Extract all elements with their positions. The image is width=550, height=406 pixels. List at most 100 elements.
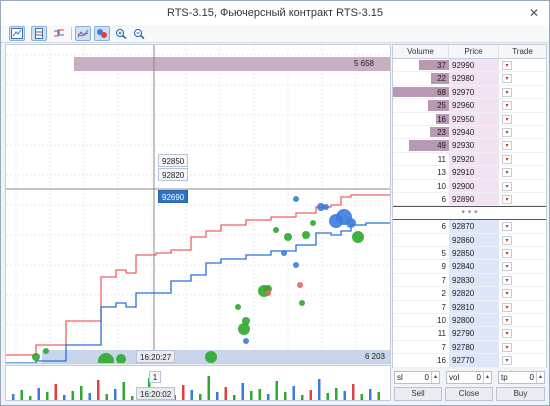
- chart-mode-icon[interactable]: [9, 26, 25, 41]
- ask-price-cell[interactable]: 92970: [449, 85, 499, 99]
- order-dropdown-icon[interactable]: ▾: [502, 302, 512, 312]
- tp-spin-icon[interactable]: ▴: [536, 372, 544, 383]
- zoom-out-icon[interactable]: [131, 26, 147, 41]
- ask-row[interactable]: 16 92950 ▾: [393, 112, 546, 126]
- ask-row[interactable]: 13 92910 ▾: [393, 166, 546, 180]
- bid-price-cell[interactable]: 92860: [449, 233, 499, 247]
- ask-row[interactable]: 37 92990 ▾: [393, 59, 546, 73]
- ask-row[interactable]: 68 92970 ▾: [393, 85, 546, 100]
- tp-field[interactable]: tp 0 ▴: [498, 371, 545, 384]
- bid-price-cell[interactable]: 92820: [449, 287, 499, 300]
- ask-price-cell[interactable]: 92920: [449, 152, 499, 166]
- ask-trade-cell[interactable]: ▾: [499, 126, 546, 138]
- order-dropdown-icon[interactable]: ▾: [502, 168, 512, 178]
- ask-price-cell[interactable]: 92900: [449, 179, 499, 192]
- bid-trade-cell[interactable]: ▾: [499, 354, 546, 366]
- order-dropdown-icon[interactable]: ▾: [502, 235, 512, 245]
- bid-row[interactable]: 7 92780 ▾: [393, 340, 546, 355]
- ask-row[interactable]: 23 92940 ▾: [393, 125, 546, 140]
- ask-trade-cell[interactable]: ▾: [499, 139, 546, 151]
- order-dropdown-icon[interactable]: ▾: [502, 342, 512, 352]
- ticks-icon[interactable]: [51, 26, 67, 41]
- bid-price-cell[interactable]: 92810: [449, 300, 499, 314]
- bid-price-cell[interactable]: 92870: [449, 220, 499, 233]
- order-dropdown-icon[interactable]: ▾: [502, 127, 512, 137]
- ask-price-cell[interactable]: 92940: [449, 125, 499, 139]
- bid-row[interactable]: 10 92800 ▾: [393, 314, 546, 328]
- bubbles-icon[interactable]: [94, 26, 110, 41]
- buy-button[interactable]: Buy: [496, 387, 545, 401]
- bid-trade-cell[interactable]: ▾: [499, 260, 546, 272]
- bid-row[interactable]: 92860 ▾: [393, 233, 546, 248]
- ask-row[interactable]: 11 92920 ▾: [393, 152, 546, 167]
- order-dropdown-icon[interactable]: ▾: [502, 87, 512, 97]
- ask-price-cell[interactable]: 92890: [449, 192, 499, 206]
- bid-trade-cell[interactable]: ▾: [499, 341, 546, 353]
- sell-button[interactable]: Sell: [394, 387, 442, 401]
- bid-row[interactable]: 5 92850 ▾: [393, 247, 546, 261]
- ask-price-cell[interactable]: 92980: [449, 72, 499, 85]
- order-dropdown-icon[interactable]: ▾: [502, 154, 512, 164]
- close-button[interactable]: Close: [445, 387, 493, 401]
- tick-chart[interactable]: 5 658 92850 92820 92690 16:20:27 6 203: [5, 44, 391, 364]
- volume-histogram[interactable]: 1 16:20:02: [5, 365, 391, 401]
- order-dropdown-icon[interactable]: ▾: [502, 356, 512, 366]
- bid-price-cell[interactable]: 92850: [449, 247, 499, 260]
- order-dropdown-icon[interactable]: ▾: [502, 249, 512, 259]
- ask-trade-cell[interactable]: ▾: [499, 59, 546, 71]
- sl-field[interactable]: sl 0 ▴: [394, 371, 440, 384]
- bid-trade-cell[interactable]: ▾: [499, 274, 546, 286]
- bid-row[interactable]: 6 92870 ▾: [393, 220, 546, 234]
- bid-trade-cell[interactable]: ▾: [499, 247, 546, 259]
- order-dropdown-icon[interactable]: ▾: [502, 222, 512, 232]
- order-dropdown-icon[interactable]: ▾: [502, 289, 512, 299]
- zoom-in-icon[interactable]: [113, 26, 129, 41]
- bid-price-cell[interactable]: 92800: [449, 314, 499, 327]
- bid-row[interactable]: 2 92820 ▾: [393, 287, 546, 301]
- bid-price-cell[interactable]: 92840: [449, 260, 499, 273]
- bid-trade-cell[interactable]: ▾: [499, 327, 546, 339]
- order-dropdown-icon[interactable]: ▾: [502, 329, 512, 339]
- vol-field[interactable]: vol 0 ▴: [446, 371, 492, 384]
- ask-row[interactable]: 6 92890 ▾: [393, 192, 546, 207]
- ask-price-cell[interactable]: 92990: [449, 59, 499, 72]
- ask-price-cell[interactable]: 92950: [449, 112, 499, 125]
- order-dropdown-icon[interactable]: ▾: [502, 114, 512, 124]
- order-dropdown-icon[interactable]: ▾: [502, 275, 512, 285]
- ask-trade-cell[interactable]: ▾: [499, 153, 546, 165]
- scroll-marker[interactable]: 1: [149, 371, 161, 383]
- bid-trade-cell[interactable]: ▾: [499, 234, 546, 246]
- trades-icon[interactable]: [75, 26, 91, 41]
- ask-trade-cell[interactable]: ▾: [499, 193, 546, 205]
- bid-row[interactable]: 11 92790 ▾: [393, 327, 546, 341]
- bid-price-cell[interactable]: 92770: [449, 354, 499, 367]
- bid-price-cell[interactable]: 92830: [449, 273, 499, 287]
- vol-spin-icon[interactable]: ▴: [483, 372, 491, 383]
- bid-price-cell[interactable]: 92790: [449, 327, 499, 340]
- order-dropdown-icon[interactable]: ▾: [502, 141, 512, 151]
- bid-trade-cell[interactable]: ▾: [499, 287, 546, 299]
- order-dropdown-icon[interactable]: ▾: [502, 316, 512, 326]
- ask-trade-cell[interactable]: ▾: [499, 166, 546, 178]
- ask-trade-cell[interactable]: ▾: [499, 72, 546, 84]
- ask-trade-cell[interactable]: ▾: [499, 180, 546, 192]
- ask-trade-cell[interactable]: ▾: [499, 86, 546, 98]
- order-dropdown-icon[interactable]: ▾: [502, 74, 512, 84]
- close-icon[interactable]: ✕: [527, 1, 541, 25]
- bid-trade-cell[interactable]: ▾: [499, 220, 546, 232]
- ask-row[interactable]: 49 92930 ▾: [393, 139, 546, 153]
- order-dropdown-icon[interactable]: ▾: [502, 61, 512, 70]
- bid-row[interactable]: 7 92830 ▾: [393, 273, 546, 288]
- ask-trade-cell[interactable]: ▾: [499, 113, 546, 125]
- bid-row[interactable]: 16 92770 ▾: [393, 354, 546, 368]
- ask-price-cell[interactable]: 92910: [449, 166, 499, 179]
- sl-spin-icon[interactable]: ▴: [431, 372, 439, 383]
- ask-price-cell[interactable]: 92960: [449, 99, 499, 112]
- bid-row[interactable]: 7 92810 ▾: [393, 300, 546, 315]
- ask-row[interactable]: 25 92960 ▾: [393, 99, 546, 113]
- ask-row[interactable]: 10 92900 ▾: [393, 179, 546, 193]
- ask-price-cell[interactable]: 92930: [449, 139, 499, 152]
- order-dropdown-icon[interactable]: ▾: [502, 262, 512, 272]
- order-dropdown-icon[interactable]: ▾: [502, 181, 512, 191]
- ask-row[interactable]: 22 92980 ▾: [393, 72, 546, 86]
